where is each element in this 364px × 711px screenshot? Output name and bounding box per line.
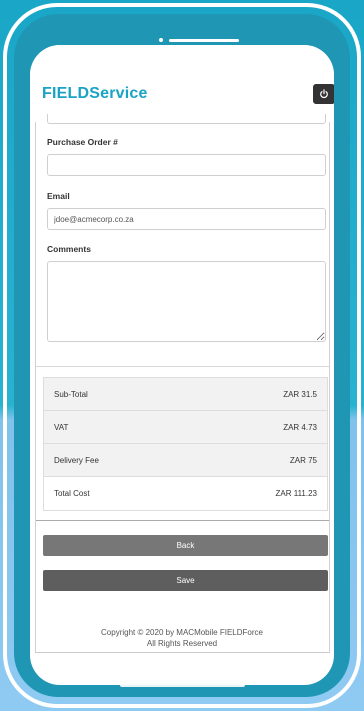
subtotal-row: Sub-Total ZAR 31.5 — [44, 378, 327, 411]
vat-row: VAT ZAR 4.73 — [44, 411, 327, 444]
total-cost-row: Total Cost ZAR 111.23 — [44, 477, 327, 510]
delivery-fee-value: ZAR 75 — [289, 455, 317, 465]
power-icon — [320, 89, 328, 99]
delivery-fee-row: Delivery Fee ZAR 75 — [44, 444, 327, 477]
comments-label: Comments — [47, 244, 91, 254]
order-form: Purchase Order # Email Comments Sub-Tota… — [35, 114, 330, 653]
subtotal-value: ZAR 31.5 — [283, 389, 317, 399]
previous-field-input[interactable] — [47, 114, 326, 124]
save-button[interactable]: Save — [43, 570, 328, 591]
vat-label: VAT — [54, 422, 69, 432]
subtotal-label: Sub-Total — [54, 389, 88, 399]
actions-divider — [36, 520, 329, 521]
app-screen: FIELDService Purchase Order # Email Comm… — [30, 45, 334, 685]
logout-button[interactable] — [313, 84, 334, 104]
copyright-footer: Copyright © 2020 by MACMobile FIELDForce… — [30, 627, 334, 649]
section-divider — [36, 366, 329, 367]
purchase-order-label: Purchase Order # — [47, 137, 118, 147]
email-input[interactable] — [47, 208, 326, 230]
home-indicator — [120, 683, 245, 687]
copyright-text: Copyright © 2020 by MACMobile FIELDForce — [101, 628, 263, 637]
total-cost-label: Total Cost — [54, 489, 90, 498]
brand-logo: FIELDService — [42, 85, 148, 102]
totals-table: Sub-Total ZAR 31.5 VAT ZAR 4.73 Delivery… — [43, 377, 328, 511]
delivery-fee-label: Delivery Fee — [54, 455, 99, 465]
rights-text: All Rights Reserved — [146, 639, 218, 648]
email-label: Email — [47, 191, 70, 201]
app-header: FIELDService — [30, 45, 334, 122]
total-cost-value: ZAR 111.23 — [275, 489, 317, 498]
purchase-order-input[interactable] — [47, 154, 326, 176]
front-camera — [159, 38, 163, 42]
back-button[interactable]: Back — [43, 535, 328, 556]
speaker-grille — [169, 39, 239, 42]
vat-value: ZAR 4.73 — [283, 422, 317, 432]
comments-textarea[interactable] — [47, 261, 326, 342]
